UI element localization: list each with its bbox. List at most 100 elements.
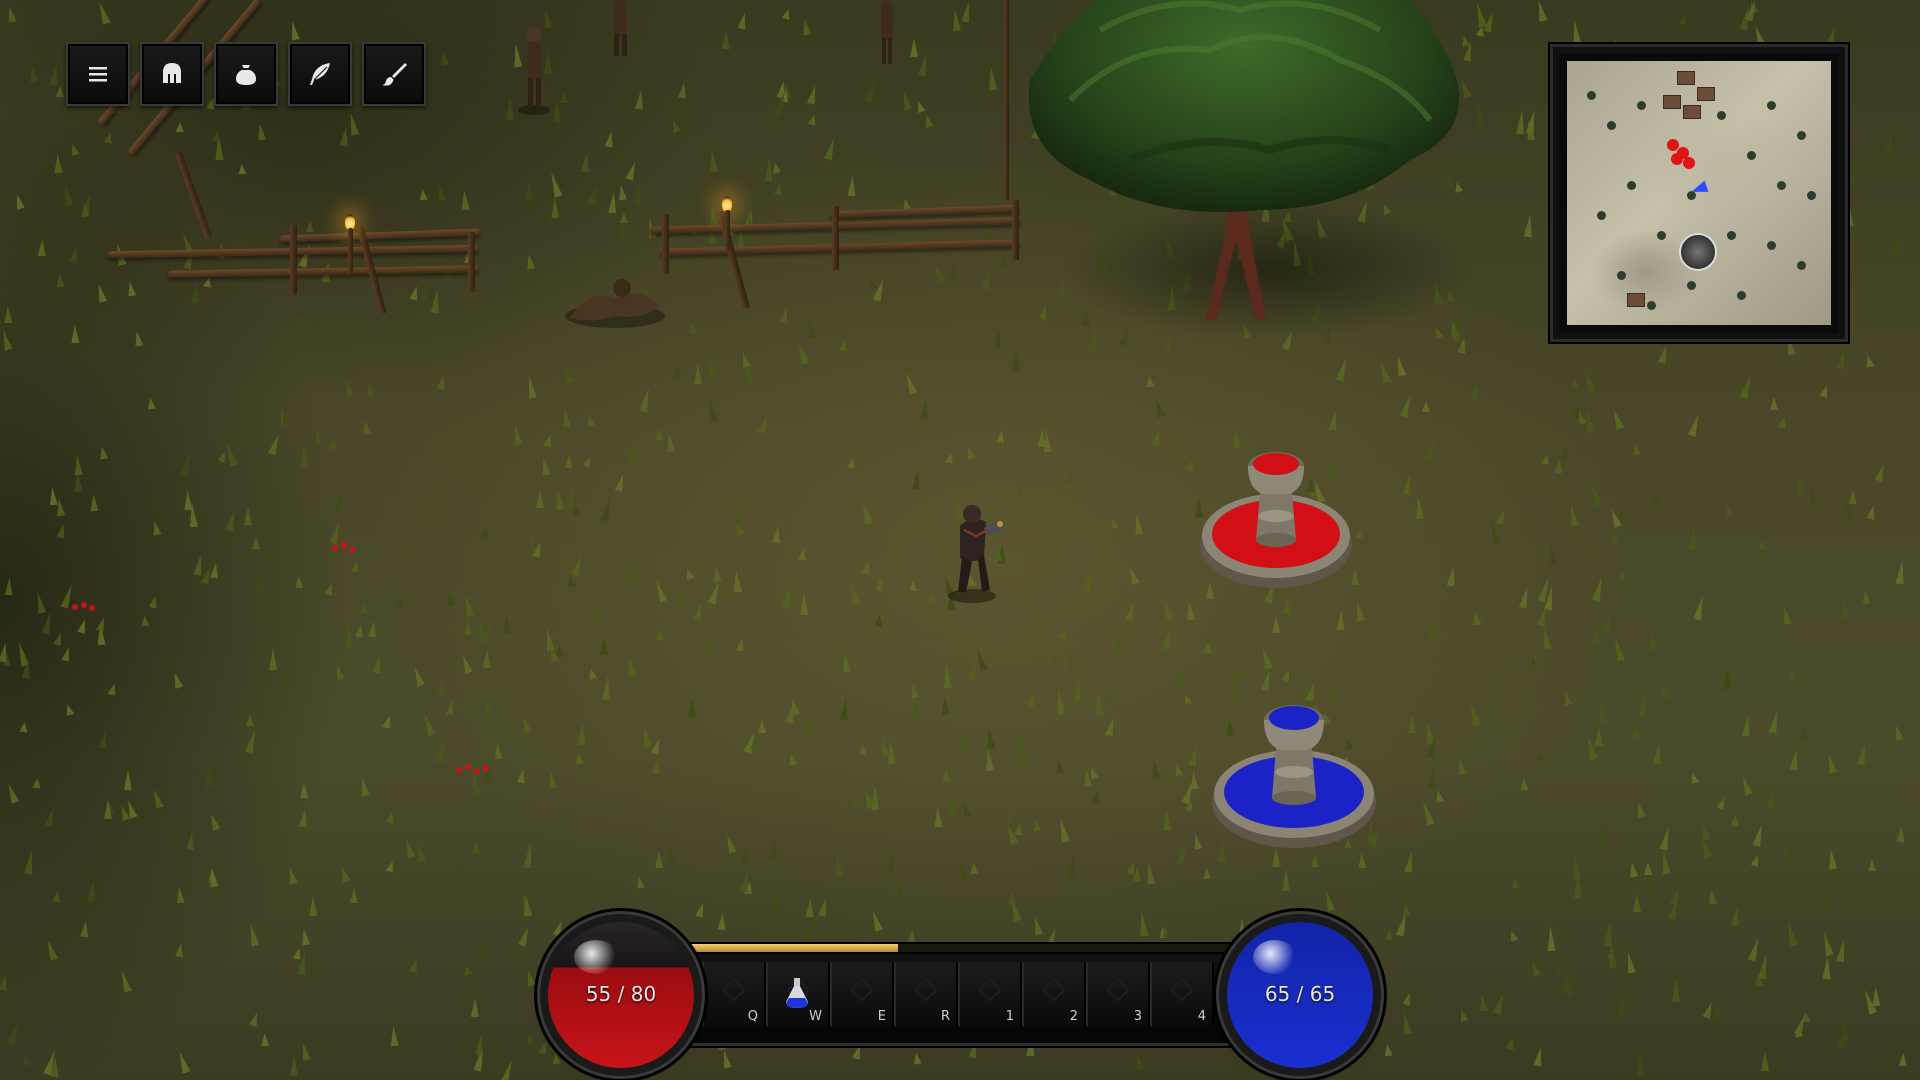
character-button[interactable] (140, 42, 204, 106)
quests-button[interactable] (362, 42, 426, 106)
grass-tuft (770, 886, 780, 909)
grass-tuft (547, 770, 557, 789)
grass-tuft (1421, 400, 1431, 413)
slot-keybind: E (877, 1009, 886, 1024)
grass-tuft (1094, 692, 1104, 716)
minimap-tree (1587, 91, 1596, 100)
slot-rune-ornament (1042, 978, 1066, 1002)
skill-slot-4[interactable]: 4 (1150, 962, 1214, 1026)
grass-tuft (1336, 609, 1346, 631)
skill-slot-3[interactable]: 3 (1086, 962, 1150, 1026)
pine-tree (1028, 0, 1459, 320)
grass-tuft (175, 121, 185, 133)
grass-tuft (480, 525, 490, 540)
grass-tuft (204, 766, 214, 788)
menu-button[interactable] (66, 42, 130, 106)
grass-tuft (1688, 527, 1698, 551)
grass-tuft (712, 566, 722, 583)
inventory-button[interactable] (214, 42, 278, 106)
health-fountain[interactable] (1196, 440, 1356, 590)
grass-tuft (419, 287, 429, 301)
hamburger-menu-icon (89, 67, 107, 82)
grass-tuft (1202, 867, 1212, 880)
grass-tuft (1073, 679, 1083, 702)
grass-tuft (471, 839, 481, 855)
health-orb[interactable]: 55 / 80 (548, 922, 694, 1068)
grass-tuft (1848, 489, 1858, 505)
minimap-house (1697, 87, 1715, 101)
player-character[interactable] (942, 496, 1012, 606)
skill-slot-1[interactable]: 1 (958, 962, 1022, 1026)
grass-tuft (1282, 597, 1292, 615)
grass-tuft (308, 895, 318, 917)
skills-button[interactable] (288, 42, 352, 106)
grass-tuft (1597, 702, 1607, 723)
grass-tuft (475, 1034, 485, 1056)
minimap-house (1683, 105, 1701, 119)
grass-tuft (52, 890, 62, 903)
grass-tuft (1643, 861, 1653, 876)
grass-tuft (456, 854, 466, 871)
brush-icon (382, 63, 407, 86)
skill-slot-w[interactable]: W (766, 962, 830, 1026)
grass-tuft (245, 714, 255, 727)
grass-tuft (1594, 725, 1604, 747)
grass-tuft (1867, 858, 1877, 872)
minimap-house (1663, 95, 1681, 109)
grass-tuft (926, 591, 936, 603)
mana-orb[interactable]: 65 / 65 (1227, 922, 1373, 1068)
grass-tuft (1546, 925, 1556, 952)
grass-tuft (80, 202, 90, 218)
grass-tuft (460, 189, 470, 211)
grass-tuft (21, 1051, 31, 1066)
grass-tuft (251, 535, 261, 550)
minimap-tree (1687, 281, 1696, 290)
grass-tuft (1384, 929, 1394, 941)
grass-tuft (146, 397, 156, 410)
grass-tuft (395, 597, 405, 609)
skill-slot-2[interactable]: 2 (1022, 962, 1086, 1026)
grass-tuft (908, 580, 918, 592)
red-flowers (332, 542, 355, 553)
grass-tuft (1357, 852, 1367, 869)
minimap-portal-marker (1679, 233, 1717, 271)
grass-tuft (445, 590, 455, 607)
grass-tuft (1554, 459, 1564, 474)
grass-tuft (847, 175, 857, 197)
grass-tuft (1610, 531, 1620, 545)
grass-tuft (559, 91, 569, 104)
grass-tuft (757, 719, 767, 734)
minimap[interactable] (1550, 44, 1848, 342)
grass-tuft (536, 490, 544, 508)
game-viewport[interactable]: Q W E R 1 2 3 4 55 / 80 65 / 65 (0, 0, 1920, 1080)
skill-slot-r[interactable]: R (894, 962, 958, 1026)
grass-tuft (104, 800, 112, 819)
grass-tuft (920, 399, 930, 420)
slot-keybind: W (809, 1009, 822, 1024)
slot-keybind: Q (747, 1009, 758, 1024)
minimap-tree (1747, 151, 1756, 160)
grass-tuft (3, 305, 13, 324)
grass-tuft (993, 328, 1003, 348)
feather-icon (310, 63, 330, 85)
grass-tuft (140, 615, 150, 627)
slot-rune-ornament (1106, 978, 1130, 1002)
minimap-tree (1767, 101, 1776, 110)
skill-slot-e[interactable]: E (830, 962, 894, 1026)
grass-tuft (299, 445, 309, 468)
grass-tuft (717, 912, 727, 931)
skill-slot-q[interactable]: Q (702, 962, 766, 1026)
red-flowers (456, 764, 489, 774)
grass-tuft (470, 997, 480, 1018)
grass-tuft (1754, 972, 1764, 987)
grass-tuft (566, 482, 576, 508)
grass-tuft (1660, 681, 1670, 699)
grass-tuft (1787, 668, 1797, 682)
grass-tuft (243, 506, 253, 526)
grass-tuft (19, 721, 29, 733)
grass-tuft (634, 180, 642, 205)
fallen-creature (565, 279, 665, 328)
minimap-tree (1597, 211, 1606, 220)
helmet-icon (163, 63, 181, 83)
mana-fountain[interactable] (1208, 692, 1380, 850)
